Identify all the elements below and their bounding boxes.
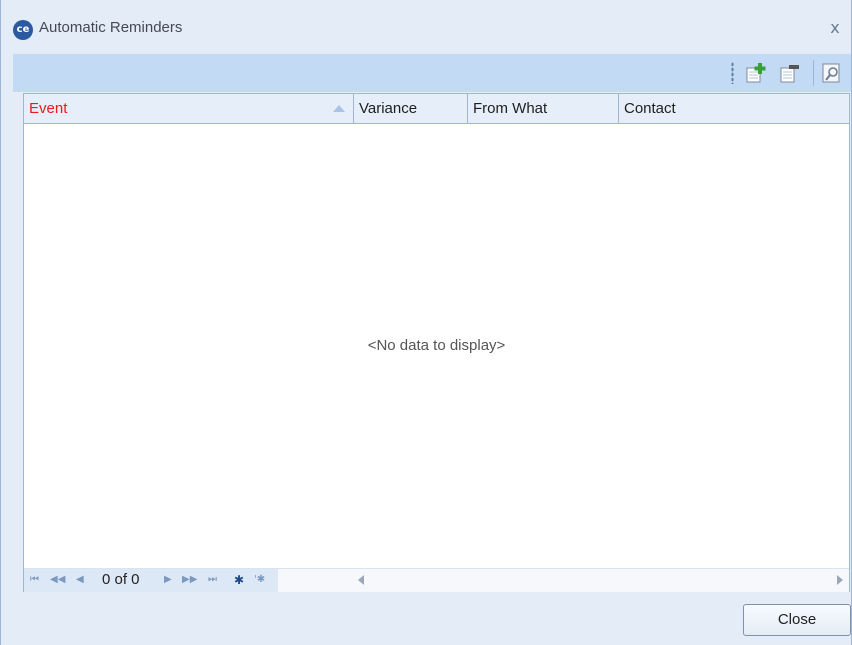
reminders-grid: Event Variance From What Contact <No dat… bbox=[23, 93, 850, 592]
app-logo-icon: ce bbox=[13, 20, 33, 40]
data-navigator: ⏮ ◀◀ ◀ 0 of 0 ▶ ▶▶ ⏭ ✱ '✱ bbox=[24, 569, 278, 592]
horizontal-scrollbar[interactable] bbox=[350, 569, 849, 592]
next-page-icon[interactable]: ▶▶ bbox=[182, 573, 197, 587]
record-position-text: 0 of 0 bbox=[102, 571, 140, 588]
previous-record-icon[interactable]: ◀ bbox=[76, 573, 84, 587]
automatic-reminders-window: ce Automatic Reminders x Event Variance … bbox=[0, 0, 852, 645]
column-header-label: From What bbox=[473, 100, 548, 117]
sort-ascending-icon bbox=[333, 105, 345, 112]
column-header-label: Contact bbox=[624, 100, 676, 117]
previous-page-icon[interactable]: ◀◀ bbox=[50, 573, 65, 587]
first-record-icon[interactable]: ⏮ bbox=[30, 573, 39, 587]
edit-record-icon[interactable]: '✱ bbox=[254, 573, 265, 587]
grid-footer: ⏮ ◀◀ ◀ 0 of 0 ▶ ▶▶ ⏭ ✱ '✱ bbox=[24, 568, 849, 592]
last-record-icon[interactable]: ⏭ bbox=[208, 573, 217, 587]
scroll-right-icon[interactable] bbox=[837, 575, 843, 585]
toolbar-separator bbox=[813, 60, 814, 86]
title-bar: ce Automatic Reminders x bbox=[1, 10, 851, 48]
column-header-event[interactable]: Event bbox=[24, 94, 354, 123]
preview-icon[interactable] bbox=[819, 60, 845, 86]
column-header-contact[interactable]: Contact bbox=[619, 94, 849, 123]
close-button[interactable]: Close bbox=[743, 604, 851, 636]
delete-row-icon[interactable] bbox=[777, 60, 803, 86]
grid-header: Event Variance From What Contact bbox=[24, 93, 849, 124]
add-row-icon[interactable] bbox=[743, 60, 769, 86]
column-header-label: Event bbox=[29, 100, 68, 117]
scroll-left-icon[interactable] bbox=[358, 575, 364, 585]
column-header-variance[interactable]: Variance bbox=[354, 94, 468, 123]
close-window-icon[interactable]: x bbox=[825, 18, 845, 38]
column-header-label: Variance bbox=[359, 100, 418, 117]
empty-grid-message: <No data to display> bbox=[367, 337, 506, 354]
next-record-icon[interactable]: ▶ bbox=[164, 573, 172, 587]
toolbar bbox=[13, 54, 851, 92]
toolbar-grip-icon[interactable] bbox=[731, 62, 734, 84]
window-title: Automatic Reminders bbox=[39, 19, 183, 36]
column-header-from-what[interactable]: From What bbox=[468, 94, 619, 123]
append-record-icon[interactable]: ✱ bbox=[234, 573, 244, 587]
